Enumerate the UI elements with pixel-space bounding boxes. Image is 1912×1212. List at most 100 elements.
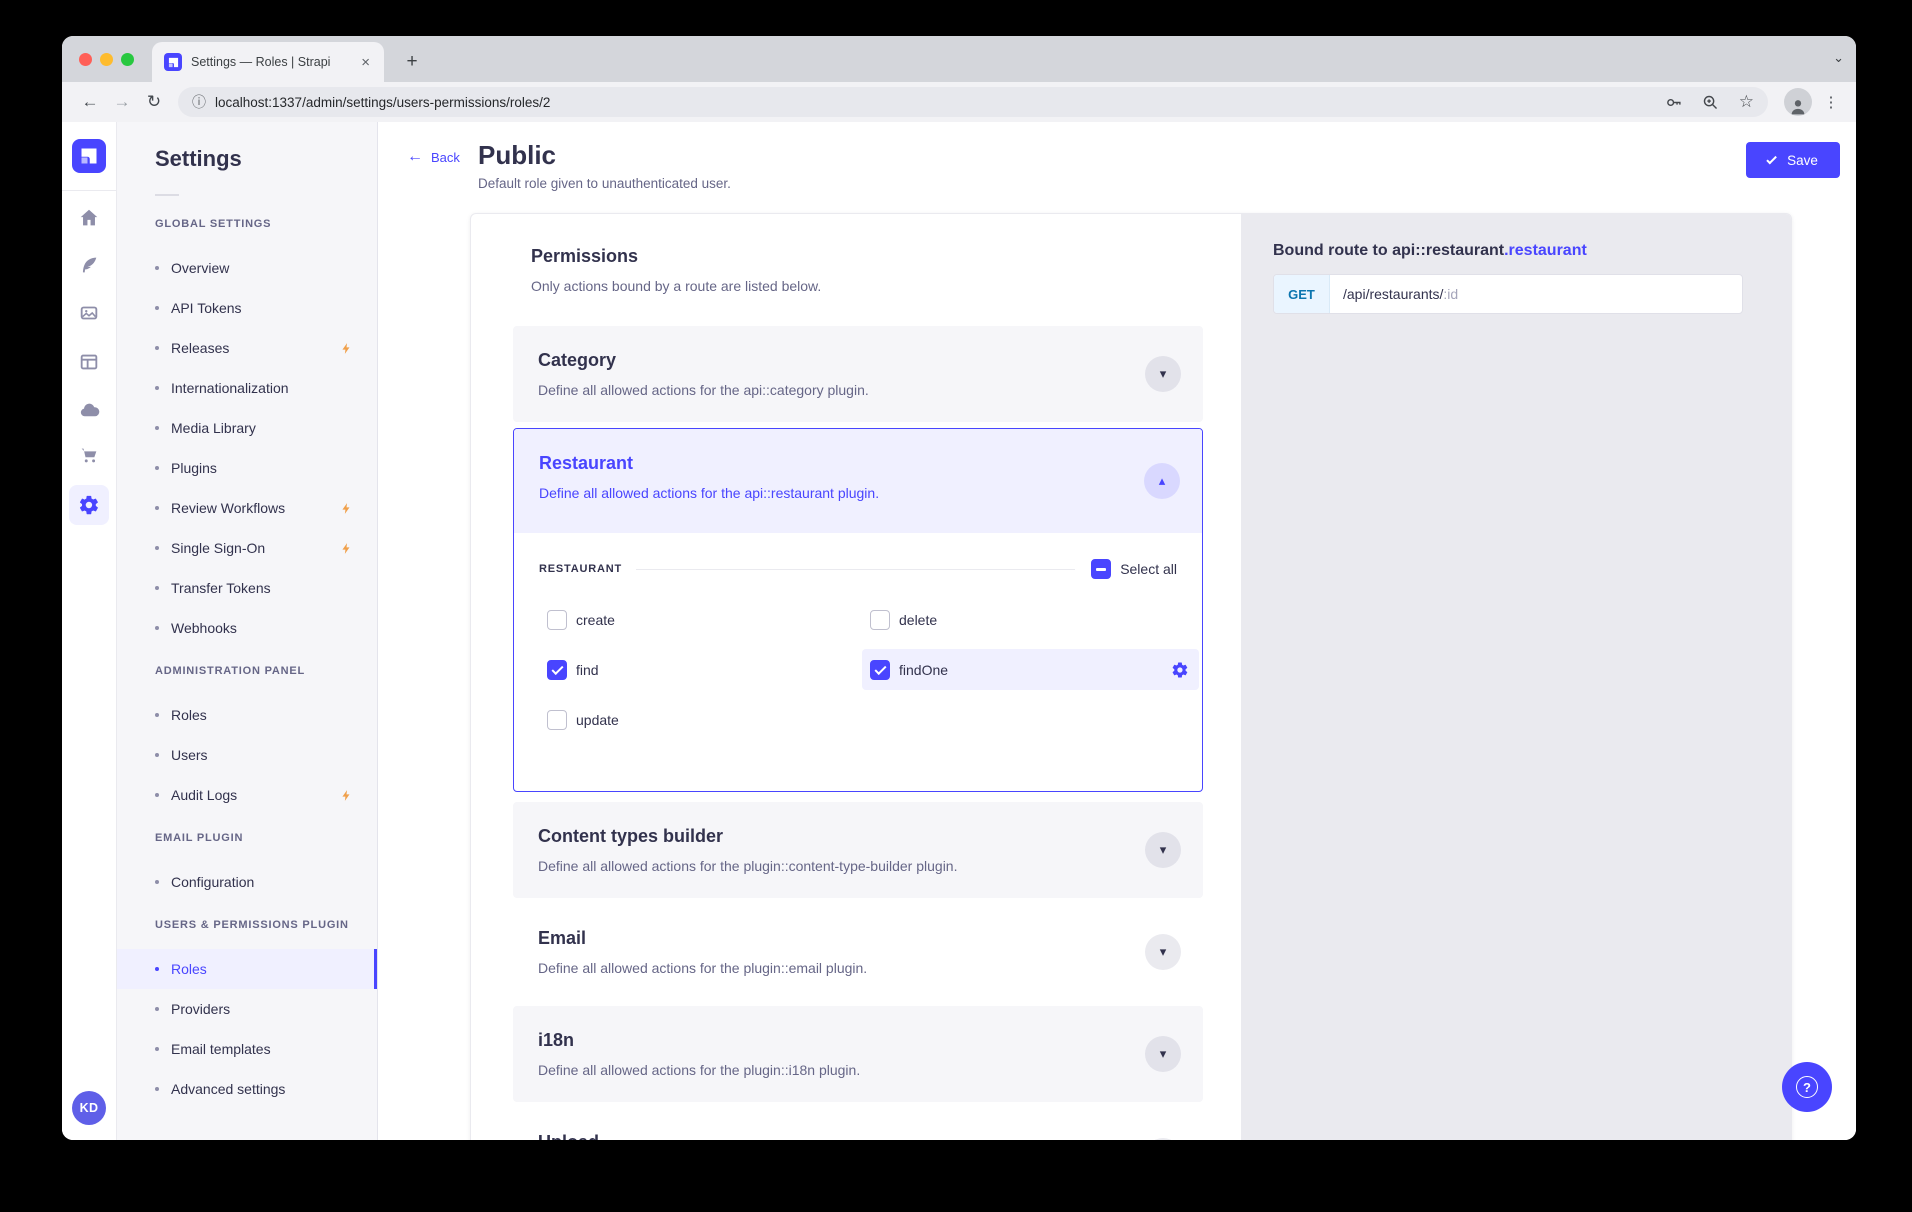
accordion-category: Category Define all allowed actions for … — [513, 326, 1203, 422]
http-method-badge: GET — [1274, 275, 1330, 313]
help-button[interactable]: ? — [1782, 1062, 1832, 1112]
sidebar-item-overview[interactable]: Overview — [117, 248, 377, 288]
lightning-icon — [340, 789, 353, 802]
password-key-icon[interactable] — [1665, 94, 1682, 111]
strapi-logo-icon[interactable] — [72, 139, 106, 173]
media-library-icon[interactable] — [69, 293, 109, 333]
sidebar-item-transfer-tokens[interactable]: Transfer Tokens — [117, 568, 377, 608]
main-nav-rail: KD — [62, 122, 117, 1140]
nav-divider — [62, 190, 117, 191]
main-content: ← Back Public Default role given to unau… — [378, 122, 1856, 1140]
route-path: /api/restaurants/:id — [1330, 275, 1458, 313]
user-avatar[interactable]: KD — [72, 1091, 106, 1125]
accordion-content-types-builder: Content types builder Define all allowed… — [513, 802, 1203, 898]
sidebar-item-providers[interactable]: Providers — [117, 989, 377, 1029]
permission-find[interactable]: find — [547, 649, 599, 690]
group-divider — [636, 569, 1075, 570]
create-checkbox[interactable] — [547, 610, 567, 630]
browser-menu-icon[interactable]: ⋮ — [1818, 88, 1844, 116]
chevron-down-icon[interactable]: ▾ — [1145, 1138, 1181, 1140]
find-checkbox[interactable] — [547, 660, 567, 680]
sidebar-item-single-sign-on[interactable]: Single Sign-On — [117, 528, 377, 568]
check-icon — [1766, 153, 1777, 164]
back-arrow-icon: ← — [407, 148, 423, 166]
close-window-button[interactable] — [79, 53, 92, 66]
accordion-ctb-header[interactable]: Content types builder Define all allowed… — [513, 802, 1203, 898]
sidebar-item-users[interactable]: Users — [117, 735, 377, 775]
chevron-down-icon[interactable]: ▾ — [1145, 356, 1181, 392]
browser-toolbar: ← → ↻ ⓘ localhost:1337/admin/settings/us… — [62, 82, 1856, 122]
sidebar-item-plugins[interactable]: Plugins — [117, 448, 377, 488]
page-header: ← Back Public Default role given to unau… — [378, 122, 1856, 213]
site-info-icon[interactable]: ⓘ — [192, 92, 206, 112]
restaurant-group-row: RESTAURANT Select all — [539, 559, 1177, 579]
accordion-restaurant-header[interactable]: Restaurant Define all allowed actions fo… — [514, 429, 1202, 533]
delete-checkbox[interactable] — [870, 610, 890, 630]
content-type-builder-icon[interactable] — [69, 342, 109, 382]
home-icon[interactable] — [69, 198, 109, 238]
lightning-icon — [340, 502, 353, 515]
sidebar-item-internationalization[interactable]: Internationalization — [117, 368, 377, 408]
browser-reload-button[interactable]: ↻ — [138, 86, 170, 118]
page-subtitle: Default role given to unauthenticated us… — [478, 176, 731, 191]
save-button[interactable]: Save — [1746, 142, 1840, 178]
permission-update[interactable]: update — [547, 699, 619, 740]
browser-profile-avatar[interactable] — [1784, 88, 1812, 116]
browser-window: Settings — Roles | Strapi × + ⌄ ← → ↻ ⓘ … — [62, 36, 1856, 1140]
tab-close-icon[interactable]: × — [359, 54, 372, 71]
sidebar-item-audit-logs[interactable]: Audit Logs — [117, 775, 377, 815]
accordion-restaurant: Restaurant Define all allowed actions fo… — [513, 428, 1203, 792]
accordion-upload: Upload ▾ — [513, 1108, 1203, 1140]
content-manager-feather-icon[interactable] — [69, 245, 109, 285]
tab-strip: Settings — Roles | Strapi × + ⌄ — [62, 36, 1856, 82]
sidebar-title: Settings — [117, 146, 377, 180]
new-tab-button[interactable]: + — [398, 48, 426, 76]
browser-forward-button[interactable]: → — [106, 86, 138, 118]
bookmark-star-icon[interactable]: ☆ — [1739, 92, 1754, 112]
section-email-plugin: EMAIL PLUGIN — [117, 832, 377, 850]
sidebar-item-email-templates[interactable]: Email templates — [117, 1029, 377, 1069]
permission-delete[interactable]: delete — [870, 599, 937, 640]
strapi-favicon-icon — [164, 53, 182, 71]
sidebar-item-advanced-settings[interactable]: Advanced settings — [117, 1069, 377, 1109]
accordion-email-header[interactable]: Email Define all allowed actions for the… — [513, 904, 1203, 1000]
zoom-in-icon[interactable] — [1702, 94, 1719, 111]
settings-gear-icon[interactable] — [69, 485, 109, 525]
sidebar-item-admin-roles[interactable]: Roles — [117, 695, 377, 735]
update-checkbox[interactable] — [547, 710, 567, 730]
sidebar-item-configuration[interactable]: Configuration — [117, 862, 377, 902]
lightning-icon — [340, 542, 353, 555]
permissions-card: Permissions Only actions bound by a rout… — [470, 213, 1792, 1140]
permission-findone[interactable]: findOne — [862, 649, 1199, 690]
chevron-up-icon[interactable]: ▴ — [1144, 463, 1180, 499]
browser-back-button[interactable]: ← — [74, 86, 106, 118]
advanced-settings-gear-icon[interactable] — [1171, 661, 1189, 679]
chevron-down-icon[interactable]: ▾ — [1145, 1036, 1181, 1072]
chevron-down-icon[interactable]: ▾ — [1145, 832, 1181, 868]
accordion-upload-header[interactable]: Upload ▾ — [513, 1108, 1203, 1140]
chevron-down-icon[interactable]: ▾ — [1145, 934, 1181, 970]
sidebar-item-media-library[interactable]: Media Library — [117, 408, 377, 448]
tab-search-chevron-icon[interactable]: ⌄ — [1833, 50, 1844, 66]
url-text[interactable]: localhost:1337/admin/settings/users-perm… — [215, 95, 1645, 110]
url-bar[interactable]: ⓘ localhost:1337/admin/settings/users-pe… — [178, 87, 1768, 117]
sidebar-item-webhooks[interactable]: Webhooks — [117, 608, 377, 648]
sidebar-item-api-tokens[interactable]: API Tokens — [117, 288, 377, 328]
accordion-i18n-header[interactable]: i18n Define all allowed actions for the … — [513, 1006, 1203, 1102]
sidebar-item-releases[interactable]: Releases — [117, 328, 377, 368]
cloud-icon[interactable] — [69, 390, 109, 430]
minimize-window-button[interactable] — [100, 53, 113, 66]
page-title: Public — [478, 140, 556, 171]
browser-tab[interactable]: Settings — Roles | Strapi × — [152, 42, 384, 82]
select-all-checkbox[interactable] — [1091, 559, 1111, 579]
back-link[interactable]: ← Back — [407, 148, 460, 166]
zoom-window-button[interactable] — [121, 53, 134, 66]
sidebar-item-review-workflows[interactable]: Review Workflows — [117, 488, 377, 528]
permission-create[interactable]: create — [547, 599, 615, 640]
sidebar-item-roles[interactable]: Roles — [117, 949, 377, 989]
sidebar-title-divider — [155, 194, 179, 196]
findone-checkbox[interactable] — [870, 660, 890, 680]
lightning-icon — [340, 342, 353, 355]
marketplace-cart-icon[interactable] — [69, 435, 109, 475]
accordion-category-header[interactable]: Category Define all allowed actions for … — [513, 326, 1203, 422]
